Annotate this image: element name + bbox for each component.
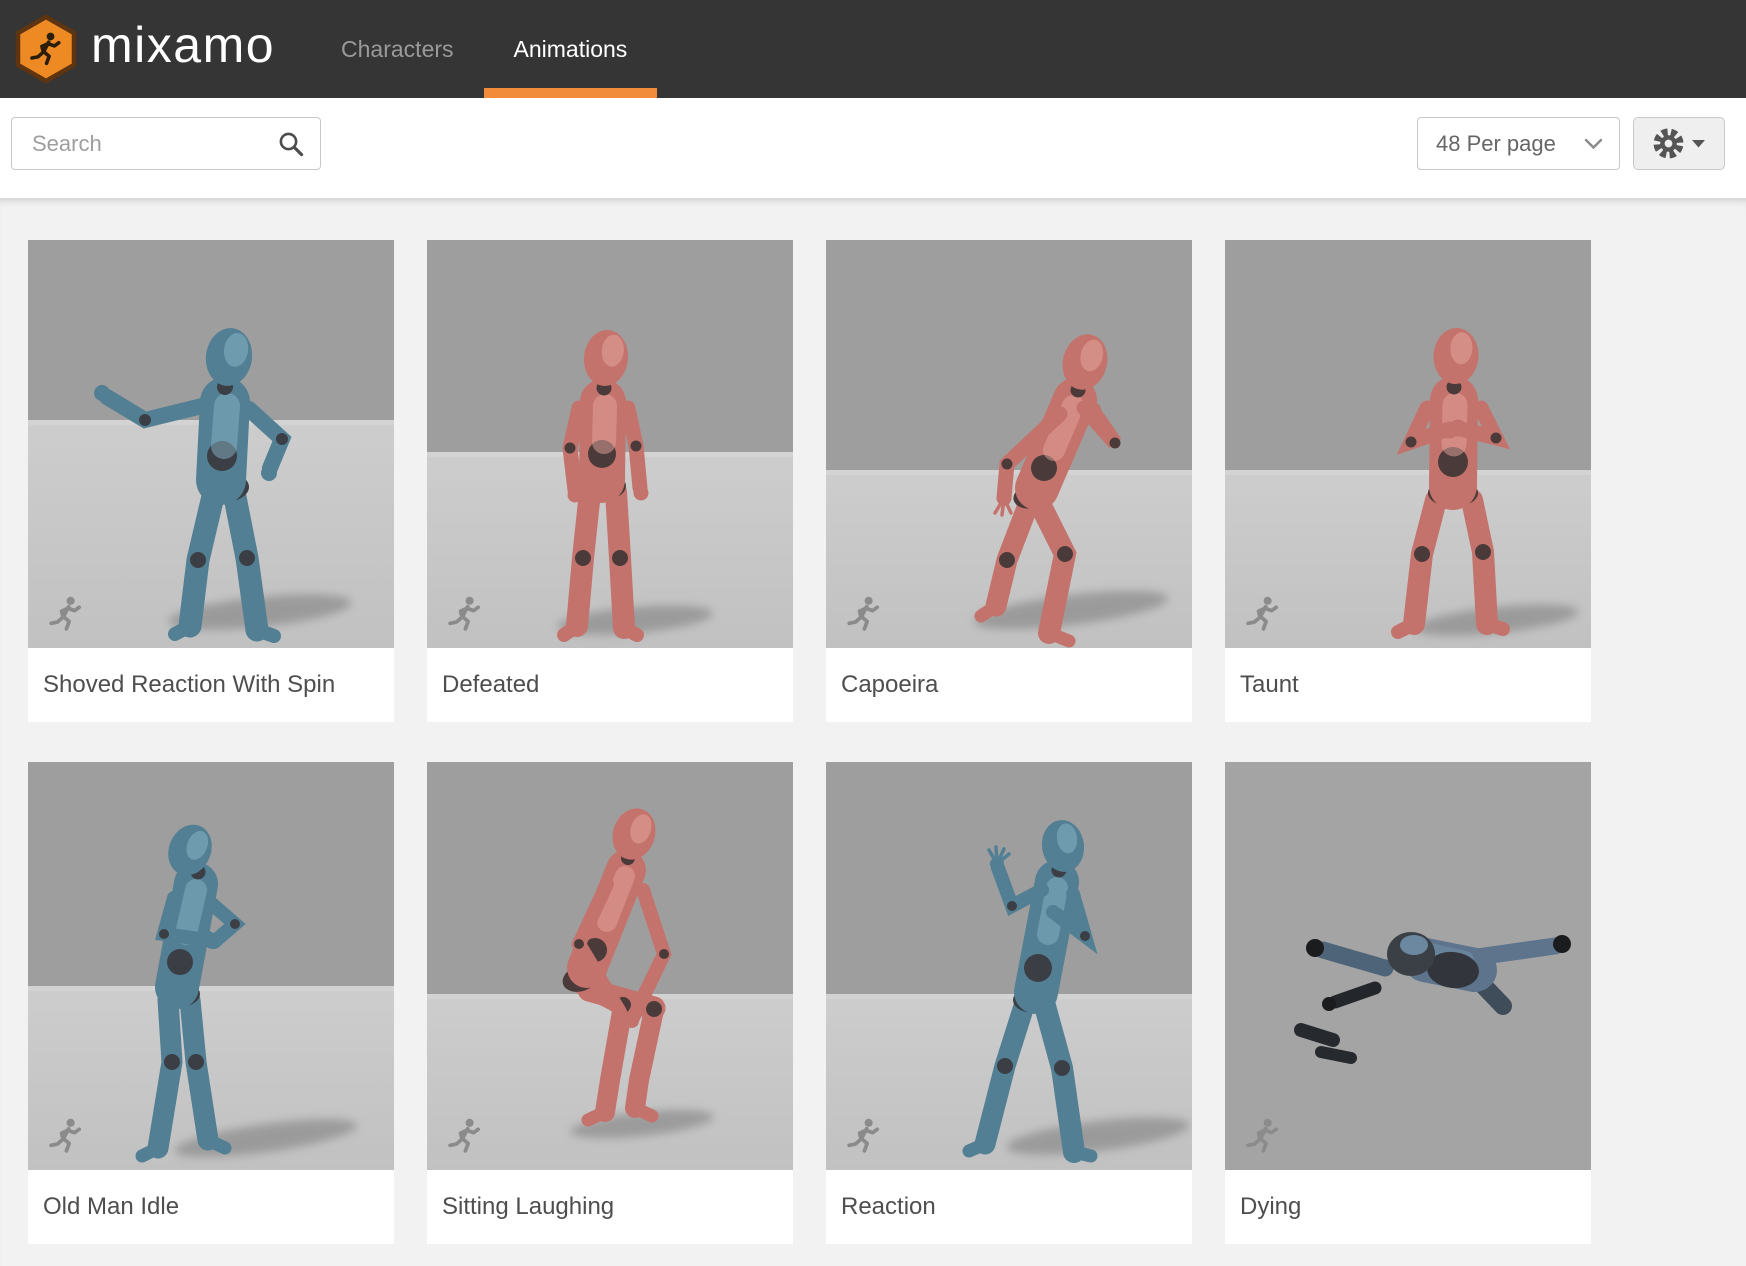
chevron-down-icon (1584, 138, 1603, 150)
main-nav: Characters Animations (311, 0, 657, 98)
gear-icon (1653, 128, 1684, 159)
animation-card[interactable]: Taunt (1225, 240, 1591, 722)
animation-card[interactable]: Sitting Laughing (427, 762, 793, 1244)
search-box (11, 117, 321, 170)
animation-title: Old Man Idle (28, 1170, 394, 1244)
character-preview (28, 240, 394, 648)
character-preview (826, 240, 1192, 648)
animation-card[interactable]: Defeated (427, 240, 793, 722)
animation-card[interactable]: Capoeira (826, 240, 1192, 722)
character-preview (427, 762, 793, 1170)
animation-card[interactable]: Dying (1225, 762, 1591, 1244)
animation-thumbnail (1225, 762, 1591, 1170)
animation-card[interactable]: Old Man Idle (28, 762, 394, 1244)
tab-characters[interactable]: Characters (311, 0, 483, 98)
animation-thumbnail (1225, 240, 1591, 648)
top-navbar: mixamo Characters Animations (0, 0, 1746, 98)
animation-title: Defeated (427, 648, 793, 722)
mixamo-logo-icon[interactable] (14, 14, 78, 84)
content-area: Shoved Reaction With Spin (0, 198, 1746, 1266)
animation-title: Taunt (1225, 648, 1591, 722)
animation-card[interactable]: Reaction (826, 762, 1192, 1244)
character-preview (1225, 762, 1591, 1170)
tab-animations[interactable]: Animations (484, 0, 658, 98)
search-input[interactable] (11, 117, 321, 170)
settings-button[interactable] (1633, 117, 1725, 170)
animation-title: Shoved Reaction With Spin (28, 648, 394, 722)
character-preview (1225, 240, 1591, 648)
character-preview (427, 240, 793, 648)
toolbar: 48 Per page (0, 98, 1746, 198)
animation-thumbnail (28, 240, 394, 648)
animation-thumbnail (28, 762, 394, 1170)
animation-card[interactable]: Shoved Reaction With Spin (28, 240, 394, 722)
brand-wordmark[interactable]: mixamo (91, 16, 275, 74)
animation-title: Reaction (826, 1170, 1192, 1244)
character-preview (28, 762, 394, 1170)
animation-grid: Shoved Reaction With Spin (28, 240, 1746, 1244)
animation-title: Capoeira (826, 648, 1192, 722)
character-preview (826, 762, 1192, 1170)
per-page-value: 48 Per page (1436, 131, 1556, 157)
animation-title: Sitting Laughing (427, 1170, 793, 1244)
caret-down-icon (1691, 139, 1706, 149)
animation-thumbnail (826, 762, 1192, 1170)
animation-thumbnail (427, 762, 793, 1170)
per-page-select[interactable]: 48 Per page (1417, 117, 1620, 170)
animation-thumbnail (427, 240, 793, 648)
animation-title: Dying (1225, 1170, 1591, 1244)
animation-thumbnail (826, 240, 1192, 648)
